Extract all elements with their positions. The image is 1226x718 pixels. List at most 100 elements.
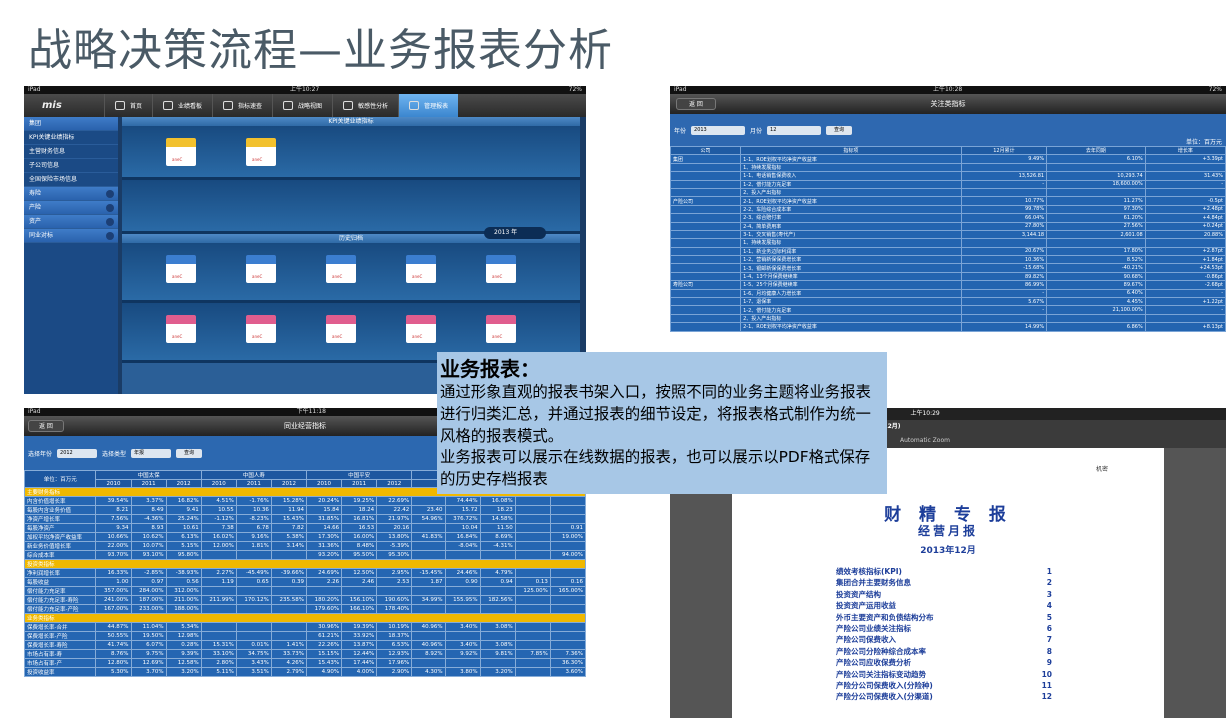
type-select[interactable]: 年报: [131, 448, 172, 458]
back-button[interactable]: 返 回: [676, 98, 716, 110]
table-cell: 2、投入产出指标: [740, 187, 962, 198]
table-cell: 3.60%: [549, 667, 586, 678]
toc-item[interactable]: 外币主要资产和负债结构分布 5: [836, 612, 1052, 623]
table-row: 偿付能力充足率-产险 167.00% 233.00% 188.00% 179.60% 16…: [24, 604, 586, 615]
toc-page: 2: [1046, 578, 1052, 588]
table-cell: 2-4、简单费用率: [740, 221, 962, 231]
table-cell: 0.91: [549, 523, 586, 534]
sidebar-group-life[interactable]: 寿险: [24, 187, 118, 201]
sidebar-item-market[interactable]: 全国保险市场信息: [24, 173, 118, 187]
sidebar-item-kpi[interactable]: KPI关键业绩指标: [24, 131, 118, 145]
toc-label: 绩效考核指标(KPI): [836, 567, 902, 576]
year-selector[interactable]: 2013 年: [484, 227, 546, 239]
sidebar-group-group[interactable]: 集团: [24, 117, 118, 131]
table-cell: 4.45%: [1046, 297, 1146, 307]
query-button[interactable]: 查询: [176, 448, 203, 458]
report-book[interactable]: aneC: [166, 315, 196, 343]
table-cell: [549, 640, 586, 651]
toc-item[interactable]: 集团合并主要财务信息 2: [836, 577, 1052, 588]
toc-item[interactable]: 产险公司保费收入 7: [836, 634, 1052, 645]
sidebar-group-property[interactable]: 产险: [24, 201, 118, 215]
toc-item[interactable]: 投资资产运用收益 4: [836, 600, 1052, 611]
nav-home[interactable]: 首页: [104, 94, 152, 117]
table-cell: [670, 171, 742, 181]
year-select[interactable]: 2013: [691, 125, 746, 135]
toc-item[interactable]: 产险分公司保费收入(分渠道) 12: [836, 691, 1052, 702]
report-book[interactable]: aneC: [326, 255, 356, 283]
nav-indicator-lookup[interactable]: 指标速查: [212, 94, 272, 117]
table-cell: 3.20%: [165, 667, 202, 678]
table-cell: [444, 604, 481, 615]
table-cell: 8.69%: [479, 532, 516, 543]
globe-icon: [283, 101, 294, 110]
table-cell: +8.13pt: [1144, 322, 1226, 332]
nav-sensitivity[interactable]: 敏感性分析: [332, 94, 398, 117]
query-button[interactable]: 查询: [826, 125, 853, 135]
table-cell: 31.85%: [305, 514, 343, 525]
table-cell: [670, 263, 742, 273]
shelf-band-kpi: KPI关键业绩指标: [122, 117, 580, 126]
zoom-select[interactable]: Automatic Zoom: [900, 437, 950, 444]
table-cell: 3.70%: [130, 667, 167, 678]
sidebar-group-assets[interactable]: 资产: [24, 215, 118, 229]
table-cell: -1.76%: [235, 496, 272, 507]
nav-dashboard[interactable]: 业绩看板: [152, 94, 212, 117]
month-select[interactable]: 12: [767, 125, 822, 135]
report-book[interactable]: aneC: [406, 315, 436, 343]
column-header: 指标项: [740, 145, 962, 156]
table-cell: [1046, 238, 1146, 248]
table-cell: 4.00%: [341, 667, 378, 678]
table-cell: [200, 586, 237, 597]
toc-item[interactable]: 投资资产结构 3: [836, 589, 1052, 600]
sidebar-item-subsidiary[interactable]: 子公司信息: [24, 159, 118, 173]
year-select[interactable]: 2012: [57, 448, 98, 458]
table-cell: [1144, 187, 1226, 198]
table-cell: [670, 162, 742, 173]
toc-item[interactable]: 产险公司关注指标变动趋势 10: [836, 669, 1052, 680]
nav-management-reports[interactable]: 管理报表: [398, 94, 459, 117]
table-cell: 10.19%: [376, 622, 413, 633]
report-book[interactable]: aneC: [326, 315, 356, 343]
toc-item[interactable]: 产险公司分险种综合成本率 8: [836, 646, 1052, 657]
report-book[interactable]: aneC: [486, 255, 516, 283]
table-cell: 11.94: [270, 505, 308, 516]
column-header: 12月累计: [960, 145, 1048, 156]
table-cell: 0.65: [235, 577, 272, 588]
table-row: 2-4、简单费用率 27.80% 27.56% +0.24pt: [670, 221, 1226, 231]
toc-item[interactable]: 产险公司业绩关注指标 6: [836, 623, 1052, 634]
table-cell: 93.10%: [130, 550, 167, 561]
nav-strategy-view[interactable]: 战略视图: [272, 94, 332, 117]
table-cell: [305, 586, 343, 597]
chevron-icon: [106, 218, 114, 226]
table-cell: 93.70%: [95, 550, 132, 561]
sidebar-group-benchmark[interactable]: 同业对标: [24, 229, 118, 243]
toc-item[interactable]: 产险公司应收保费分析 9: [836, 657, 1052, 668]
report-bookshelf-screenshot: iPad 上午10:27 72% mis 首页 业绩看板 指标速查 战略视图 敏感性…: [24, 86, 586, 394]
report-book[interactable]: aneC: [246, 315, 276, 343]
table-cell: 376.72%: [444, 514, 481, 525]
table-cell: 3.14%: [270, 541, 308, 552]
toc-item[interactable]: 绩效考核指标(KPI) 1: [836, 566, 1052, 577]
report-book[interactable]: aneC: [166, 138, 196, 166]
table-cell: 15.15%: [305, 649, 343, 660]
table-cell: 保费增长率-合并: [24, 622, 97, 633]
toc-page: 5: [1046, 612, 1052, 622]
table-cell: 12.00%: [200, 541, 237, 552]
toc-item[interactable]: 产险分公司保费收入(分险种) 11: [836, 680, 1052, 691]
sidebar-item-finance[interactable]: 主营财务信息: [24, 145, 118, 159]
back-button[interactable]: 返 回: [28, 420, 64, 432]
report-book[interactable]: aneC: [166, 255, 196, 283]
company-header: 中国太保: [95, 470, 202, 480]
table-cell: [514, 622, 551, 633]
table-cell: 0.01%: [235, 640, 272, 651]
report-book[interactable]: aneC: [246, 255, 276, 283]
table-row: 偿付能力充足率-寿险 241.00% 187.00% 211.00% 211.99% 17…: [24, 595, 586, 606]
table-cell: [235, 622, 272, 633]
table-cell: 3.80%: [444, 667, 481, 678]
table-cell: [960, 313, 1048, 324]
report-book[interactable]: aneC: [246, 138, 276, 166]
table-cell: 17.44%: [341, 658, 378, 669]
report-book[interactable]: aneC: [486, 315, 516, 343]
table-cell: [1046, 187, 1146, 198]
report-book[interactable]: aneC: [406, 255, 436, 283]
